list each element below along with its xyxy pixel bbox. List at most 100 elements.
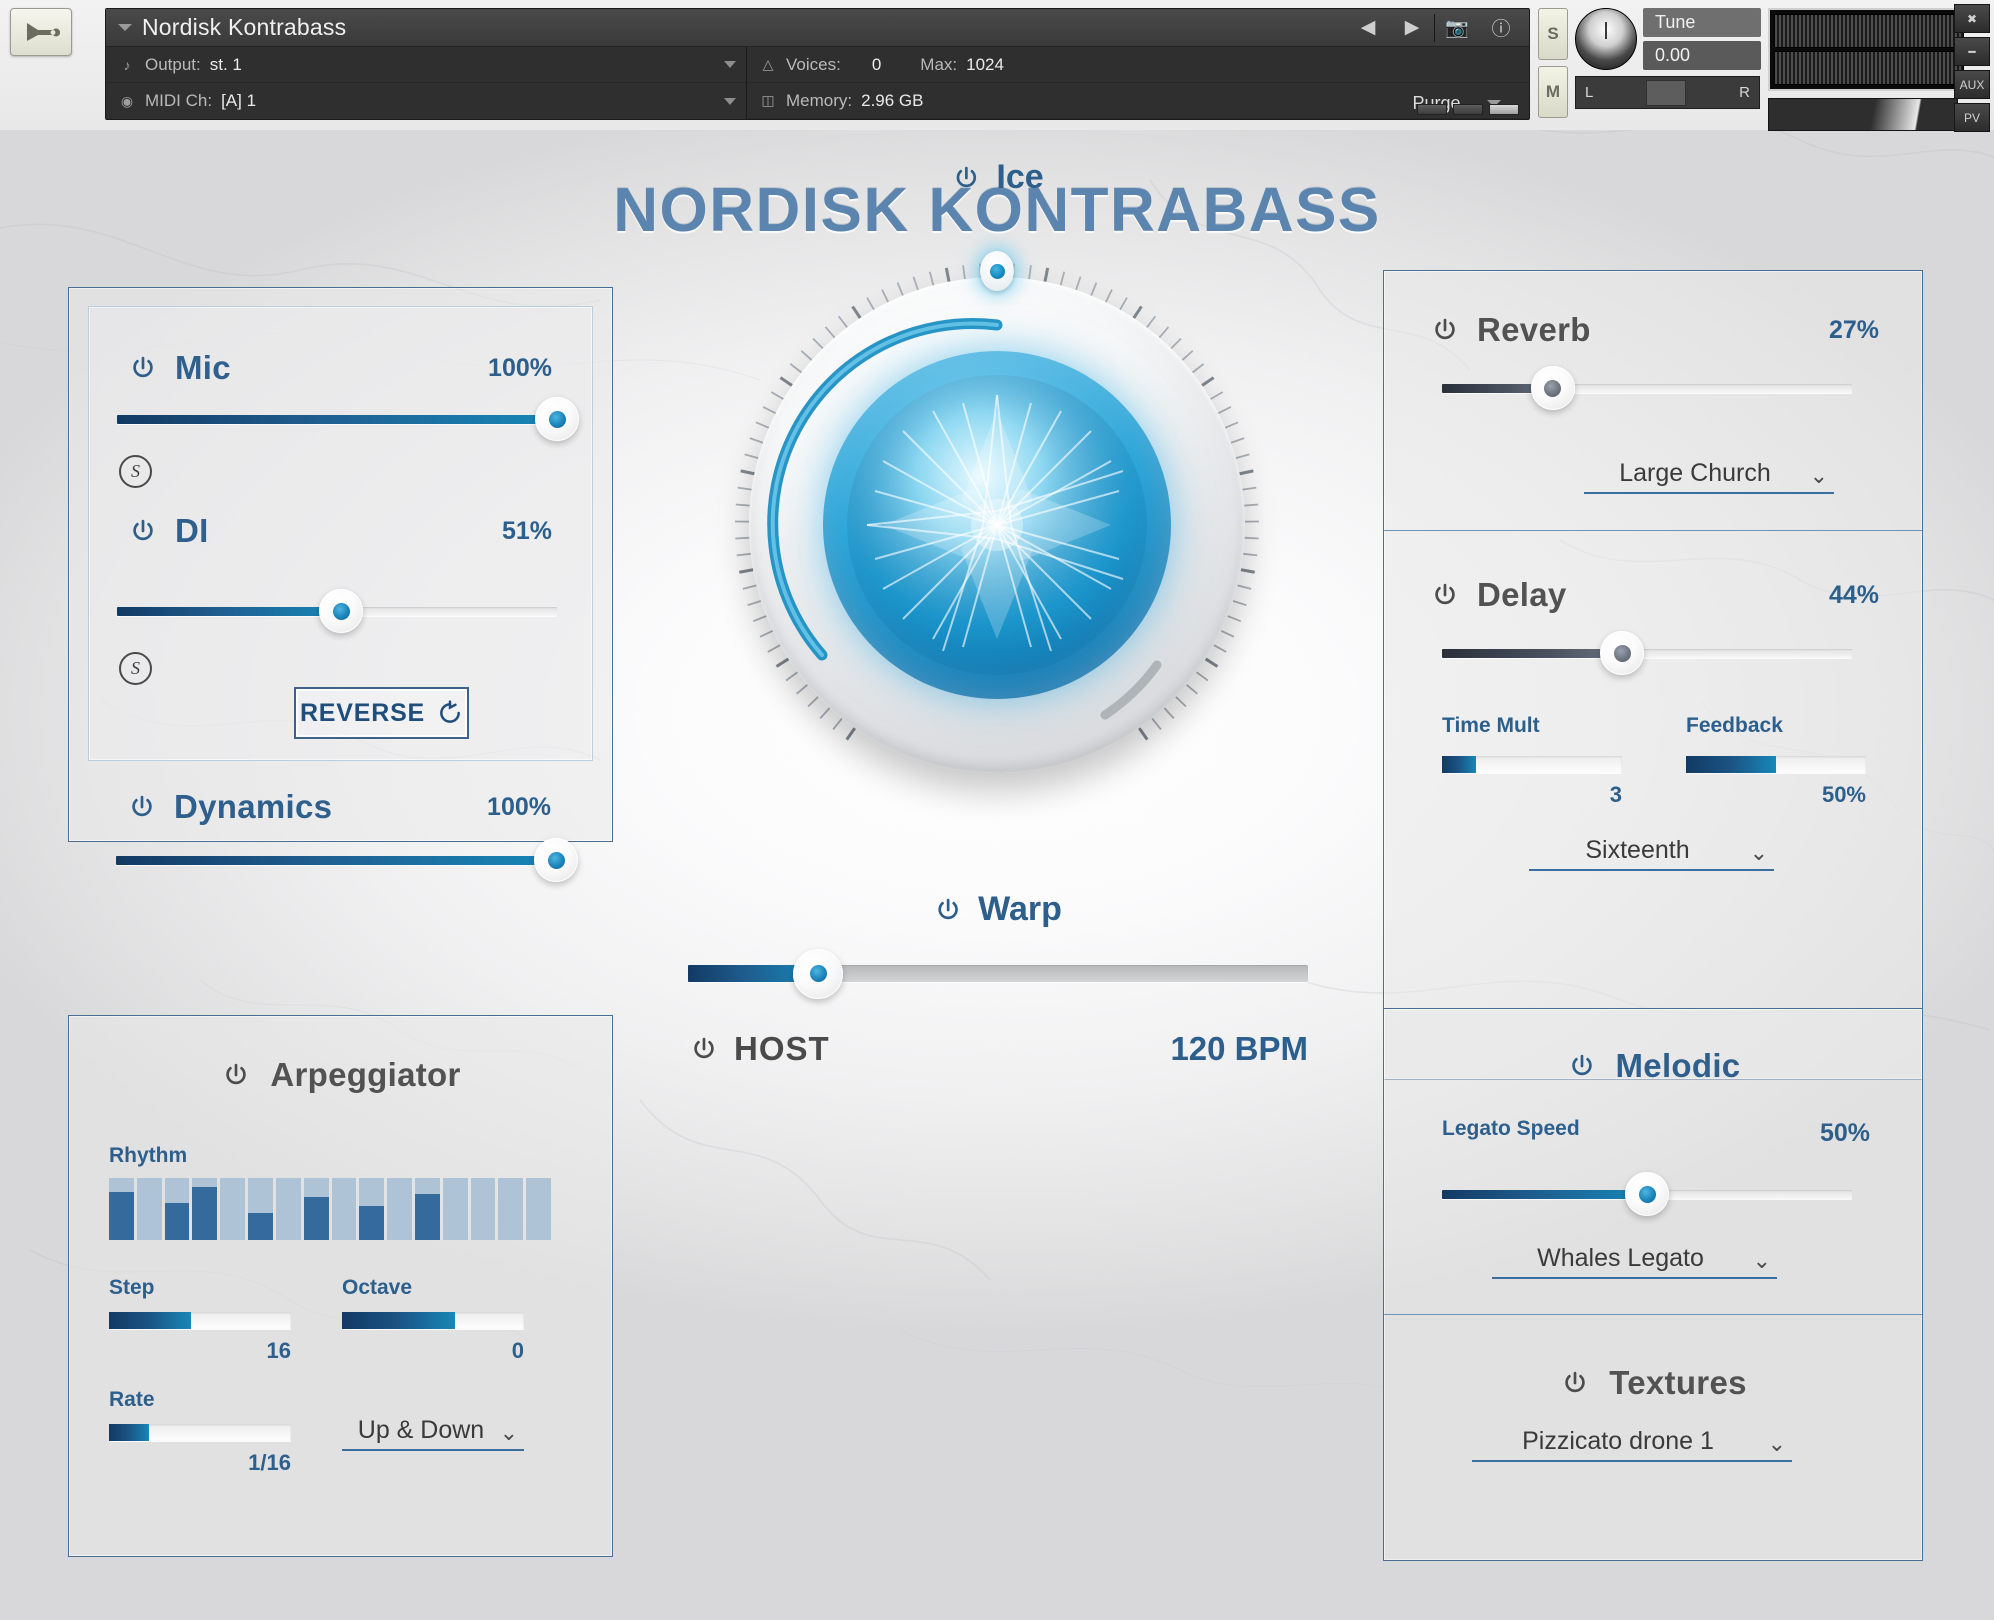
- pan-slider[interactable]: L R: [1575, 76, 1760, 109]
- rhythm-step[interactable]: [526, 1178, 551, 1240]
- rhythm-step[interactable]: [470, 1178, 496, 1240]
- textures-preset-dropdown[interactable]: Pizzicato drone 1 ⌄: [1472, 1427, 1792, 1462]
- rate-label: Rate: [109, 1388, 155, 1411]
- rhythm-sequencer[interactable]: [109, 1178, 551, 1240]
- melodic-power-icon[interactable]: [1566, 1050, 1598, 1082]
- octave-slider[interactable]: [342, 1312, 524, 1329]
- melodic-textures-panel: Melodic Legato Speed 50% Whales Legato ⌄…: [1383, 1008, 1923, 1561]
- dynamics-power-icon[interactable]: [126, 791, 158, 823]
- output-icon: ♪: [123, 56, 131, 73]
- feedback-slider[interactable]: [1686, 756, 1866, 773]
- ice-knob-indicator[interactable]: [980, 251, 1014, 291]
- midi-dropdown-icon[interactable]: [724, 97, 736, 105]
- melodic-preset-dropdown[interactable]: Whales Legato ⌄: [1492, 1244, 1777, 1279]
- di-solo-button[interactable]: S: [119, 652, 152, 685]
- ice-knob[interactable]: [717, 245, 1277, 805]
- delay-power-icon[interactable]: [1429, 579, 1461, 611]
- rate-slider[interactable]: [109, 1424, 291, 1441]
- rhythm-step[interactable]: [359, 1178, 385, 1240]
- rhythm-step[interactable]: [498, 1178, 524, 1240]
- mute-button[interactable]: M: [1538, 66, 1568, 118]
- delay-slider-knob[interactable]: [1600, 631, 1645, 675]
- textures-power-icon[interactable]: [1559, 1367, 1591, 1399]
- volume-slider[interactable]: [1768, 98, 1958, 131]
- midi-row[interactable]: ◉ MIDI Ch: [A] 1: [106, 83, 746, 119]
- di-slider-knob[interactable]: [319, 589, 364, 633]
- dynamics-slider[interactable]: [116, 838, 578, 882]
- di-slider[interactable]: [117, 589, 557, 633]
- arpeggiator-power-icon[interactable]: [220, 1059, 252, 1091]
- rhythm-step[interactable]: [387, 1178, 412, 1240]
- pan-right-label: R: [1739, 84, 1750, 101]
- solo-button[interactable]: S: [1538, 8, 1568, 60]
- rhythm-step-fill: [109, 1191, 134, 1240]
- reverse-button[interactable]: REVERSE: [294, 687, 469, 739]
- time-mult-label: Time Mult: [1442, 714, 1540, 737]
- rate-slider-fill: [109, 1424, 150, 1441]
- voices-label: Voices:: [786, 54, 841, 74]
- mic-slider[interactable]: [117, 397, 579, 441]
- rhythm-step[interactable]: [136, 1178, 162, 1240]
- reverb-slider[interactable]: [1442, 366, 1852, 410]
- arpeggiator-title: Arpeggiator: [270, 1056, 461, 1093]
- rhythm-step[interactable]: [220, 1178, 246, 1240]
- pan-center-handle[interactable]: [1646, 79, 1687, 106]
- output-dropdown-icon[interactable]: [724, 61, 736, 68]
- legato-speed-slider[interactable]: [1442, 1172, 1852, 1216]
- rhythm-step[interactable]: [414, 1178, 440, 1240]
- wrench-button[interactable]: [10, 8, 72, 56]
- warp-header: Warp: [932, 890, 1062, 929]
- warp-slider[interactable]: [688, 948, 1308, 999]
- mic-value: 100%: [488, 353, 552, 382]
- rhythm-step[interactable]: [164, 1178, 190, 1240]
- warp-power-icon[interactable]: [932, 894, 964, 926]
- rhythm-step[interactable]: [248, 1178, 273, 1240]
- mic-solo-button[interactable]: S: [119, 455, 152, 488]
- kontakt-instrument-body: Nordisk Kontrabass ◀ ▶ 📷 ⓘ ♪ Output: st.…: [105, 8, 1530, 120]
- prev-preset-icon[interactable]: ◀: [1346, 9, 1390, 47]
- pv-button[interactable]: PV: [1954, 103, 1990, 132]
- snapshot-camera-icon[interactable]: 📷: [1435, 9, 1479, 47]
- rhythm-step-fill: [414, 1194, 440, 1240]
- max-label: Max:: [920, 54, 958, 74]
- info-icon[interactable]: ⓘ: [1479, 9, 1523, 47]
- mic-slider-knob[interactable]: [535, 397, 579, 441]
- reverb-preset-dropdown[interactable]: Large Church ⌄: [1584, 459, 1834, 494]
- step-slider[interactable]: [109, 1312, 291, 1329]
- ice-header: Ice: [950, 158, 1044, 197]
- reverb-slider-knob[interactable]: [1530, 366, 1575, 410]
- arp-mode-dropdown[interactable]: Up & Down ⌄: [342, 1416, 524, 1451]
- instrument-collapse-icon[interactable]: [118, 24, 132, 31]
- ice-power-icon[interactable]: [950, 162, 982, 194]
- delay-slider-fill: [1442, 649, 1623, 658]
- tune-value[interactable]: 0.00: [1643, 41, 1761, 70]
- output-row[interactable]: ♪ Output: st. 1: [106, 47, 746, 83]
- rhythm-step[interactable]: [109, 1178, 134, 1240]
- next-preset-icon[interactable]: ▶: [1390, 9, 1434, 47]
- reverb-power-icon[interactable]: [1429, 314, 1461, 346]
- mic-label: Mic: [175, 349, 231, 386]
- reverb-value: 27%: [1828, 315, 1879, 344]
- delay-slider[interactable]: [1442, 631, 1852, 675]
- minimize-icon[interactable]: ━: [1954, 37, 1990, 66]
- rhythm-step[interactable]: [275, 1178, 301, 1240]
- host-power-icon[interactable]: [688, 1033, 720, 1065]
- close-icon[interactable]: ✖: [1954, 4, 1990, 33]
- tune-knob[interactable]: [1575, 8, 1637, 70]
- time-mult-slider[interactable]: [1442, 756, 1622, 773]
- pan-left-label: L: [1585, 84, 1594, 101]
- aux-button[interactable]: AUX: [1954, 70, 1990, 99]
- warp-slider-knob[interactable]: [793, 948, 844, 999]
- legato-slider-knob[interactable]: [1625, 1172, 1669, 1216]
- rhythm-step[interactable]: [303, 1178, 329, 1240]
- melodic-textures-divider: [1384, 1314, 1922, 1315]
- mic-power-icon[interactable]: [127, 352, 159, 384]
- octave-value: 0: [511, 1338, 524, 1363]
- rhythm-step[interactable]: [331, 1178, 357, 1240]
- kontakt-titlebar: Nordisk Kontrabass ◀ ▶ 📷 ⓘ: [106, 9, 1529, 47]
- rhythm-step[interactable]: [192, 1178, 218, 1240]
- delay-sync-dropdown[interactable]: Sixteenth ⌄: [1529, 836, 1774, 871]
- rhythm-step[interactable]: [442, 1178, 468, 1240]
- dynamics-slider-knob[interactable]: [534, 838, 578, 882]
- di-power-icon[interactable]: [127, 515, 159, 547]
